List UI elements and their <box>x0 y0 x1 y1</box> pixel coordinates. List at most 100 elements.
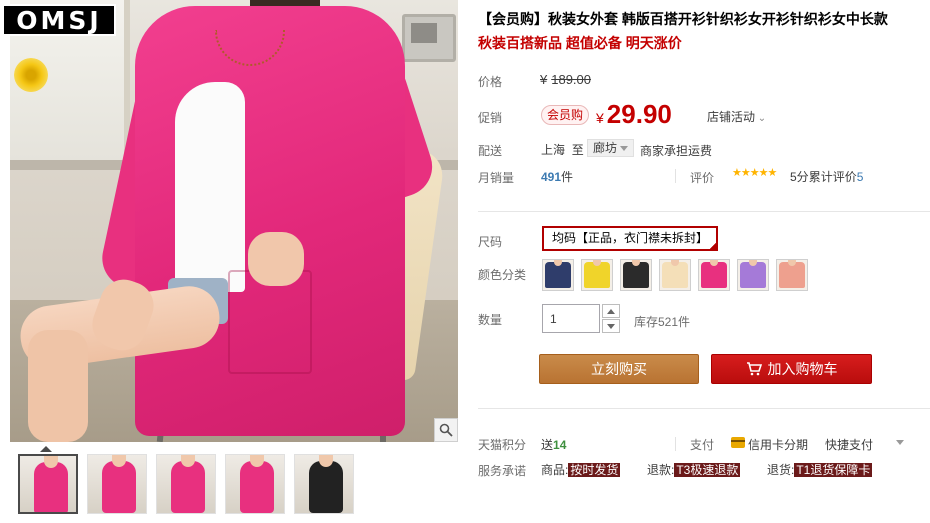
color-swatch[interactable] <box>698 259 730 291</box>
quantity-label: 数量 <box>478 313 503 327</box>
credit-installment-link[interactable]: 信用卡分期 <box>748 436 808 453</box>
thumbnail-garment <box>34 462 68 512</box>
service-goods[interactable]: 商品: 按时发货 <box>541 461 621 478</box>
monthly-sales-unit: 件 <box>561 170 574 184</box>
promo-label: 促销 <box>478 111 503 125</box>
original-price: ¥189.00 <box>540 72 591 87</box>
size-label: 尺码 <box>478 235 503 249</box>
points-amount: 14 <box>553 438 567 452</box>
color-swatch-image <box>584 260 610 288</box>
color-label: 颜色分类 <box>478 268 527 282</box>
gallery-thumbnail[interactable] <box>294 454 354 514</box>
shipping-fee-note: 商家承担运费 <box>640 144 713 158</box>
gallery-thumbnail[interactable] <box>156 454 216 514</box>
chevron-down-icon <box>607 323 615 329</box>
rating-summary[interactable]: 5分累计评价5 <box>790 168 863 185</box>
model-hand <box>248 232 304 286</box>
gallery-thumbnail[interactable] <box>225 454 285 514</box>
color-swatch[interactable] <box>581 259 613 291</box>
store-activity-dropdown[interactable]: 店铺活动 ⌄ <box>707 108 766 125</box>
points-prefix: 送 <box>541 438 554 452</box>
service-return[interactable]: 退货: T1退货保障卡 <box>767 461 873 478</box>
color-swatch[interactable] <box>776 259 808 291</box>
store-activity-label: 店铺活动 <box>707 110 756 124</box>
original-price-value: 189.00 <box>551 72 591 87</box>
reviews-count: 5 <box>856 170 864 184</box>
quantity-input[interactable] <box>542 304 600 333</box>
zoom-icon[interactable] <box>434 418 458 442</box>
quick-pay-link[interactable]: 快捷支付 <box>825 436 873 453</box>
chevron-down-icon[interactable] <box>896 440 904 445</box>
thumbnail-strip <box>18 454 458 514</box>
section-divider <box>478 211 930 212</box>
thumbnail-garment <box>309 461 343 513</box>
add-to-cart-button[interactable]: 加入购物车 <box>711 354 872 384</box>
ship-from-city: 上海 <box>541 143 566 157</box>
background-appliance <box>402 14 456 62</box>
color-swatch[interactable] <box>542 259 574 291</box>
destination-select[interactable]: 廊坊 <box>587 139 635 157</box>
service-refund[interactable]: 退款: T3极速退款 <box>647 461 741 478</box>
flower-decoration <box>14 58 48 92</box>
star-rating-icon: ★★★★★ <box>732 167 777 179</box>
color-swatch-image <box>545 260 571 288</box>
service-label: 服务承诺 <box>478 464 527 478</box>
stock-count: 库存521件 <box>634 315 691 329</box>
monthly-sales: 491件 <box>541 168 573 185</box>
white-top <box>175 82 245 292</box>
price-label: 价格 <box>478 75 503 89</box>
check-corner-icon <box>708 241 719 251</box>
color-swatch-image <box>701 260 727 288</box>
gallery-thumbnail[interactable] <box>87 454 147 514</box>
chevron-down-icon: ⌄ <box>755 113 767 124</box>
points-label: 天猫积分 <box>478 438 527 452</box>
payment-label: 支付 <box>690 438 715 452</box>
ship-to-word: 至 <box>571 143 584 157</box>
service-refund-prefix: 退款: <box>647 463 675 477</box>
color-swatch-image <box>662 260 688 288</box>
service-refund-tag: T3极速退款 <box>674 463 741 477</box>
chevron-up-icon <box>607 308 615 314</box>
color-swatch[interactable] <box>620 259 652 291</box>
gallery-thumbnail[interactable] <box>18 454 78 514</box>
section-divider <box>478 408 930 409</box>
buy-now-button[interactable]: 立刻购买 <box>539 354 699 384</box>
brand-logo: OMSJ <box>2 4 116 36</box>
color-swatch-image <box>623 260 649 288</box>
add-to-cart-label: 加入购物车 <box>767 361 838 377</box>
service-return-tag: T1退货保障卡 <box>794 463 873 477</box>
shipping-label: 配送 <box>478 144 503 158</box>
credit-card-icon <box>731 437 745 448</box>
quantity-increase-button[interactable] <box>602 304 620 318</box>
color-swatches <box>542 259 808 291</box>
color-swatch-image <box>779 260 805 288</box>
monthly-sales-label: 月销量 <box>478 171 515 185</box>
divider <box>675 437 676 451</box>
product-subtitle: 秋装百搭新品 超值必备 明天涨价 <box>478 35 682 51</box>
color-swatch[interactable] <box>659 259 691 291</box>
thumbnail-indicator <box>40 446 52 452</box>
points-value: 送14 <box>541 436 566 453</box>
service-goods-tag: 按时发货 <box>568 463 621 477</box>
promo-price-value: 29.90 <box>606 99 672 129</box>
member-badge: 会员购 <box>541 105 590 125</box>
currency-symbol: ¥ <box>540 72 548 87</box>
main-product-image[interactable] <box>10 0 458 442</box>
product-title: 【会员购】秋装女外套 韩版百搭开衫针织衫女开衫针织衫女中长款 <box>478 11 888 27</box>
thumbnail-garment <box>240 461 274 513</box>
service-goods-prefix: 商品: <box>541 463 569 477</box>
size-option-selected[interactable]: 均码【正品，衣门襟未拆封】 <box>542 226 719 251</box>
quantity-decrease-button[interactable] <box>602 319 620 333</box>
rating-label: 评价 <box>690 171 715 185</box>
divider <box>675 169 676 183</box>
monthly-sales-count: 491 <box>541 170 562 184</box>
size-option-label: 均码【正品，衣门襟未拆封】 <box>552 231 709 245</box>
color-swatch-image <box>740 260 766 288</box>
promo-price: ¥29.90 <box>596 99 672 130</box>
rating-score: 5分 <box>790 170 809 184</box>
reviews-text: 累计评价 <box>808 170 857 184</box>
cart-icon <box>746 362 762 376</box>
color-swatch[interactable] <box>737 259 769 291</box>
model-leg <box>28 330 88 442</box>
thumbnail-garment <box>171 461 205 513</box>
